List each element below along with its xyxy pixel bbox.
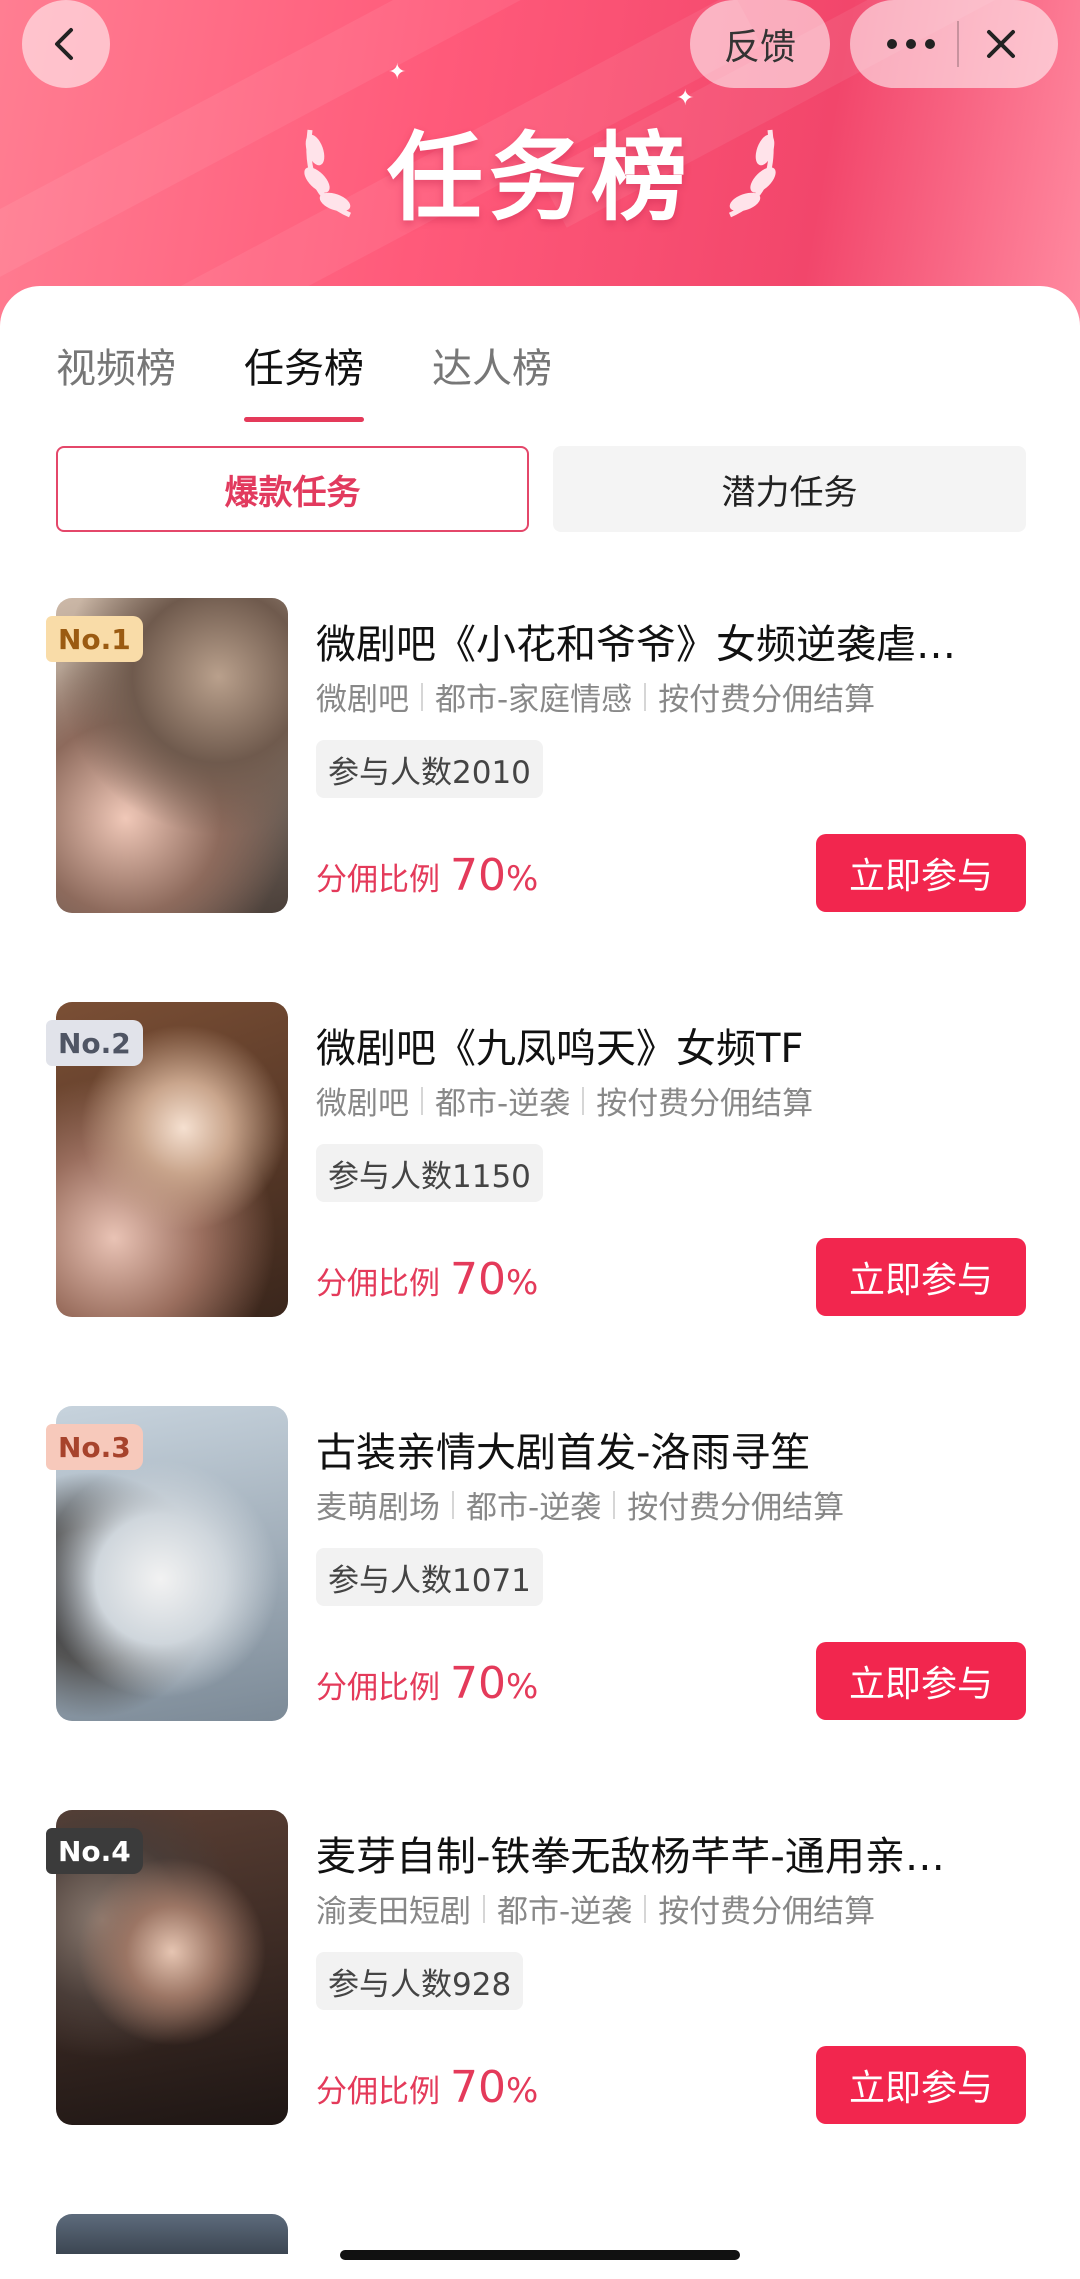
list-item[interactable]: No.4 麦芽自制-铁拳无敌杨芊芊-通用亲… 渝麦田短剧 都市-逆袭 按付费分佣… <box>0 1810 1080 2130</box>
commission-ratio: 分佣比例 70 % <box>316 1254 538 1305</box>
rank-badge: No.2 <box>46 1020 143 1066</box>
rank-badge: No.1 <box>46 616 143 662</box>
item-settlement: 按付费分佣结算 <box>658 682 876 718</box>
ratio-unit: % <box>506 1263 539 1303</box>
chevron-left-icon <box>55 28 73 60</box>
item-settlement: 按付费分佣结算 <box>627 1490 845 1526</box>
list-item[interactable]: No.2 微剧吧《九凤鸣天》女频TF 微剧吧 都市-逆袭 按付费分佣结算 参与人… <box>0 1002 1080 1322</box>
back-button[interactable] <box>22 0 110 88</box>
ratio-unit: % <box>506 1667 539 1707</box>
participants-badge: 参与人数1071 <box>316 1548 543 1606</box>
laurel-right-icon <box>728 129 776 217</box>
commission-ratio: 分佣比例 70 % <box>316 1658 538 1709</box>
item-settlement: 按付费分佣结算 <box>596 1086 814 1122</box>
join-button[interactable]: 立即参与 <box>816 2046 1026 2124</box>
item-meta: 麦萌剧场 都市-逆袭 按付费分佣结算 <box>316 1482 844 1527</box>
poster-image-partial[interactable] <box>56 2214 288 2254</box>
participants-badge: 参与人数1150 <box>316 1144 543 1202</box>
item-title[interactable]: 微剧吧《九凤鸣天》女频TF <box>316 1016 996 1074</box>
item-category: 都市-逆袭 <box>466 1490 602 1526</box>
ratio-value: 70 <box>450 850 506 901</box>
participants-badge: 参与人数928 <box>316 1952 524 2010</box>
close-icon[interactable] <box>981 24 1021 64</box>
rank-badge: No.4 <box>46 1828 143 1874</box>
laurel-left-icon <box>304 129 352 217</box>
feedback-label: 反馈 <box>723 27 796 68</box>
ratio-value: 70 <box>450 1658 506 1709</box>
commission-ratio: 分佣比例 70 % <box>316 850 538 901</box>
participants-badge: 参与人数2010 <box>316 740 543 798</box>
header-banner: 反馈 ✦ ✦ 任务榜 <box>0 0 1080 330</box>
item-source: 渝麦田短剧 <box>316 1894 471 1930</box>
feedback-button[interactable]: 反馈 <box>690 0 830 88</box>
item-settlement: 按付费分佣结算 <box>658 1894 876 1930</box>
ratio-unit: % <box>506 859 539 899</box>
item-category: 都市-逆袭 <box>435 1086 571 1122</box>
tab-task-ranking[interactable]: 任务榜 <box>244 336 364 422</box>
tab-creator-ranking[interactable]: 达人榜 <box>432 336 552 422</box>
item-source: 麦萌剧场 <box>316 1490 440 1526</box>
ranking-tabs: 视频榜 任务榜 达人榜 <box>56 336 620 422</box>
list-item[interactable]: No.1 微剧吧《小花和爷爷》女频逆袭虐… 微剧吧 都市-家庭情感 按付费分佣结… <box>0 598 1080 918</box>
join-button[interactable]: 立即参与 <box>816 1642 1026 1720</box>
segment-hot-tasks[interactable]: 爆款任务 <box>56 446 529 532</box>
ratio-value: 70 <box>450 2062 506 2113</box>
segment-potential-tasks[interactable]: 潜力任务 <box>553 446 1026 532</box>
join-button[interactable]: 立即参与 <box>816 1238 1026 1316</box>
ratio-label: 分佣比例 <box>316 862 440 898</box>
ratio-unit: % <box>506 2071 539 2111</box>
item-title[interactable]: 古装亲情大剧首发-洛雨寻笙 <box>316 1420 996 1478</box>
item-source: 微剧吧 <box>316 1086 409 1122</box>
more-dots-icon[interactable] <box>887 39 935 49</box>
item-meta: 微剧吧 都市-家庭情感 按付费分佣结算 <box>316 674 875 719</box>
item-category: 都市-家庭情感 <box>435 682 633 718</box>
item-title[interactable]: 麦芽自制-铁拳无敌杨芊芊-通用亲… <box>316 1824 996 1882</box>
item-meta: 微剧吧 都市-逆袭 按付费分佣结算 <box>316 1078 813 1123</box>
ratio-label: 分佣比例 <box>316 2074 440 2110</box>
rank-badge: No.3 <box>46 1424 143 1470</box>
item-category: 都市-逆袭 <box>497 1894 633 1930</box>
join-button[interactable]: 立即参与 <box>816 834 1026 912</box>
tab-video-ranking[interactable]: 视频榜 <box>56 336 176 422</box>
commission-ratio: 分佣比例 70 % <box>316 2062 538 2113</box>
ratio-label: 分佣比例 <box>316 1670 440 1706</box>
ratio-value: 70 <box>450 1254 506 1305</box>
home-indicator[interactable] <box>340 2250 740 2260</box>
capsule-menu <box>850 0 1058 88</box>
ratio-label: 分佣比例 <box>316 1266 440 1302</box>
banner-title: 任务榜 <box>387 122 693 234</box>
list-item[interactable]: No.3 古装亲情大剧首发-洛雨寻笙 麦萌剧场 都市-逆袭 按付费分佣结算 参与… <box>0 1406 1080 1726</box>
item-title[interactable]: 微剧吧《小花和爷爷》女频逆袭虐… <box>316 612 996 670</box>
item-source: 微剧吧 <box>316 682 409 718</box>
item-meta: 渝麦田短剧 都市-逆袭 按付费分佣结算 <box>316 1886 875 1931</box>
